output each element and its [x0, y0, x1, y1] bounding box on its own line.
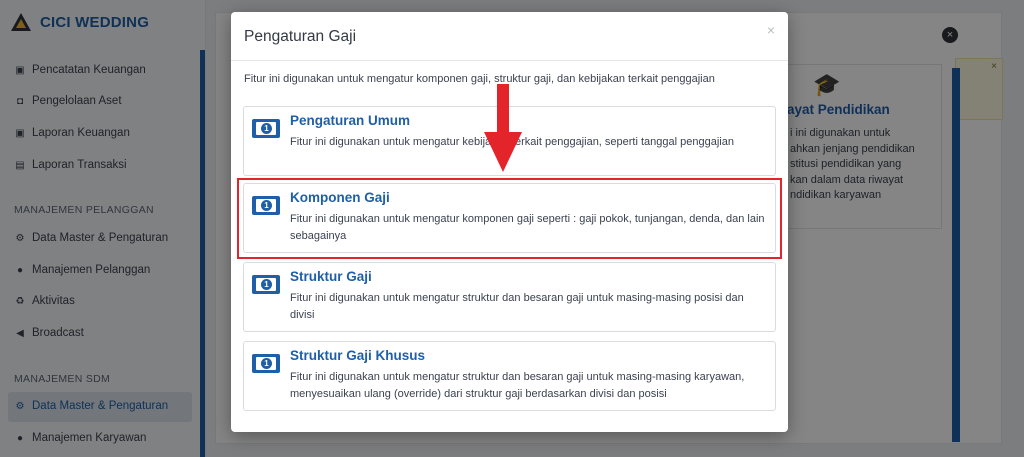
option-title: Struktur Gaji — [290, 269, 372, 284]
option-desc: Fitur ini digunakan untuk mengatur kebij… — [290, 136, 734, 148]
modal-title: Pengaturan Gaji — [244, 28, 357, 45]
option-struktur-gaji-khusus[interactable]: 1 Struktur Gaji Khusus Fitur ini digunak… — [243, 341, 776, 411]
option-desc: Fitur ini digunakan untuk mengatur struk… — [290, 371, 745, 400]
money-bill-icon: 1 — [252, 119, 280, 138]
option-title: Struktur Gaji Khusus — [290, 348, 426, 363]
close-icon[interactable]: × — [767, 22, 775, 38]
annotation-highlight-box — [237, 178, 782, 259]
modal-divider — [231, 60, 788, 61]
money-bill-icon: 1 — [252, 275, 280, 294]
option-title: Pengaturan Umum — [290, 113, 411, 128]
modal-intro: Fitur ini digunakan untuk mengatur kompo… — [244, 73, 715, 85]
option-desc: Fitur ini digunakan untuk mengatur struk… — [290, 292, 744, 321]
option-struktur-gaji[interactable]: 1 Struktur Gaji Fitur ini digunakan untu… — [243, 262, 776, 332]
money-bill-icon: 1 — [252, 354, 280, 373]
annotation-arrow-down-icon — [484, 84, 522, 172]
